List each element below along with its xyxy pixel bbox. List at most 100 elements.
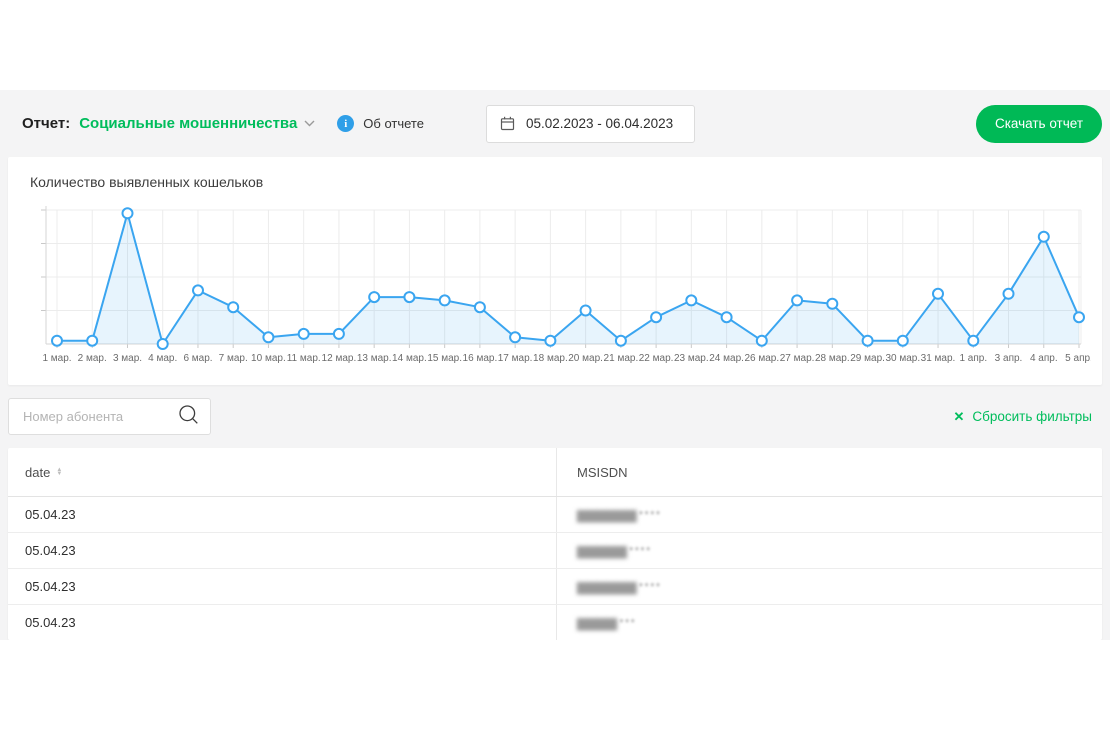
chart-title: Количество выявленных кошельков <box>30 174 1090 190</box>
report-type-value: Социальные мошенничества <box>79 115 297 132</box>
chart-point[interactable] <box>863 336 873 346</box>
x-axis-label: 22 мар. <box>639 353 674 364</box>
x-axis-label: 1 мар. <box>42 353 71 364</box>
x-axis-label: 10 мар. <box>251 353 286 364</box>
x-axis-label: 16 мар. <box>463 353 498 364</box>
chart-point[interactable] <box>792 295 802 305</box>
table-header-row: date ▲▼ MSISDN <box>8 448 1102 497</box>
x-axis-label: 15 мар. <box>427 353 462 364</box>
x-axis-label: 2 мар. <box>78 353 107 364</box>
chart-point[interactable] <box>686 295 696 305</box>
x-axis-label: 17 мар. <box>498 353 533 364</box>
close-icon: ✕ <box>953 409 964 425</box>
x-axis-label: 20 мар. <box>568 353 603 364</box>
filter-row: ✕ Сбросить фильтры <box>8 385 1102 448</box>
chart-point[interactable] <box>616 336 626 346</box>
line-chart-svg: 1 мар.2 мар.3 мар.4 мар.6 мар.7 мар.10 м… <box>23 204 1091 369</box>
reset-filters-link[interactable]: ✕ Сбросить фильтры <box>953 409 1092 425</box>
cell-date: 05.04.23 <box>25 615 76 630</box>
calendar-icon <box>500 116 515 131</box>
x-axis-label: 29 мар. <box>850 353 885 364</box>
chart-card: Количество выявленных кошельков 1 мар. 2 … <box>8 157 1102 385</box>
chart-point[interactable] <box>827 299 837 309</box>
search-input[interactable] <box>23 409 178 424</box>
table-row: 05.04.23 ▆▆▆▆▆▆**** <box>8 497 1102 533</box>
x-axis-label: 11 мар. <box>287 353 321 364</box>
chart-point[interactable] <box>123 208 133 218</box>
x-axis-label: 23 мар. <box>674 353 709 364</box>
x-axis-label: 5 апр. <box>1065 353 1091 364</box>
reset-filters-label: Сбросить фильтры <box>972 409 1092 424</box>
report-type-select[interactable]: Социальные мошенничества <box>79 115 315 132</box>
chevron-down-icon <box>304 120 315 127</box>
chart-point[interactable] <box>722 312 732 322</box>
chart-point[interactable] <box>1004 289 1014 299</box>
chart-point[interactable] <box>757 336 767 346</box>
about-report-label: Об отчете <box>363 116 424 131</box>
chart-point[interactable] <box>1074 312 1084 322</box>
chart-point[interactable] <box>510 332 520 342</box>
x-axis-label: 24 мар. <box>709 353 744 364</box>
cell-date: 05.04.23 <box>25 543 76 558</box>
chart-point[interactable] <box>968 336 978 346</box>
x-axis-label: 4 мар. <box>148 353 177 364</box>
x-axis-label: 27 мар. <box>780 353 815 364</box>
subscriber-search-box <box>8 398 211 435</box>
table-body: 05.04.23▆▆▆▆▆▆****05.04.23▆▆▆▆▆****05.04… <box>8 497 1102 640</box>
chart-point[interactable] <box>933 289 943 299</box>
table-header-msisdn: MSISDN <box>556 448 1102 496</box>
chart-point[interactable] <box>651 312 661 322</box>
table-row: 05.04.23 ▆▆▆▆▆**** <box>8 533 1102 569</box>
chart-point[interactable] <box>369 292 379 302</box>
x-axis-label: 31 мар. <box>921 353 956 364</box>
chart-point[interactable] <box>581 306 591 316</box>
chart-point[interactable] <box>334 329 344 339</box>
x-axis-label: 21 мар. <box>604 353 639 364</box>
x-axis-label: 26 мар. <box>744 353 779 364</box>
chart-point[interactable] <box>52 336 62 346</box>
search-icon <box>178 404 200 429</box>
x-axis-label: 14 мар. <box>392 353 427 364</box>
sort-icon: ▲▼ <box>56 468 62 476</box>
download-report-button[interactable]: Скачать отчет <box>976 105 1102 143</box>
cell-date: 05.04.23 <box>25 507 76 522</box>
top-whitespace <box>0 0 1110 90</box>
chart-point[interactable] <box>440 295 450 305</box>
search-button[interactable] <box>178 404 200 429</box>
x-axis-label: 12 мар. <box>322 353 357 364</box>
cell-msisdn: ▆▆▆▆▆**** <box>556 533 1102 568</box>
chart-point[interactable] <box>193 285 203 295</box>
x-axis-label: 18 мар. <box>533 353 568 364</box>
x-axis-label: 1 апр. <box>959 353 987 364</box>
chart-point[interactable] <box>545 336 555 346</box>
x-axis-label: 4 апр. <box>1030 353 1058 364</box>
chart-point[interactable] <box>228 302 238 312</box>
date-range-picker[interactable]: 05.02.2023 - 06.04.2023 <box>486 105 695 143</box>
chart-point[interactable] <box>87 336 97 346</box>
table-header-date[interactable]: date ▲▼ <box>8 448 556 496</box>
report-toolbar: Отчет: Социальные мошенничества i Об отч… <box>8 90 1102 157</box>
cell-msisdn: ▆▆▆▆*** <box>556 605 1102 640</box>
chart-point[interactable] <box>898 336 908 346</box>
x-axis-label: 3 мар. <box>113 353 142 364</box>
chart-point[interactable] <box>263 332 273 342</box>
x-axis-label: 7 мар. <box>219 353 248 364</box>
bottom-whitespace <box>0 640 1110 740</box>
cell-date: 05.04.23 <box>25 579 76 594</box>
date-range-value: 05.02.2023 - 06.04.2023 <box>526 116 673 131</box>
info-icon: i <box>337 115 354 132</box>
chart-point[interactable] <box>1039 232 1049 242</box>
table-row: 05.04.23 ▆▆▆▆▆▆**** <box>8 569 1102 605</box>
chart-point[interactable] <box>299 329 309 339</box>
chart-point[interactable] <box>158 339 168 349</box>
cell-msisdn: ▆▆▆▆▆▆**** <box>556 569 1102 604</box>
results-table: date ▲▼ MSISDN 05.04.23▆▆▆▆▆▆****05.04.2… <box>8 448 1102 640</box>
cell-msisdn: ▆▆▆▆▆▆**** <box>556 497 1102 532</box>
chart-point[interactable] <box>475 302 485 312</box>
x-axis-label: 13 мар. <box>357 353 392 364</box>
x-axis-label: 28 мар. <box>815 353 850 364</box>
chart-point[interactable] <box>404 292 414 302</box>
line-chart[interactable]: 1 мар.2 мар.3 мар.4 мар.6 мар.7 мар.10 м… <box>23 204 1090 374</box>
x-axis-label: 3 апр. <box>995 353 1023 364</box>
about-report-link[interactable]: i Об отчете <box>337 115 424 132</box>
